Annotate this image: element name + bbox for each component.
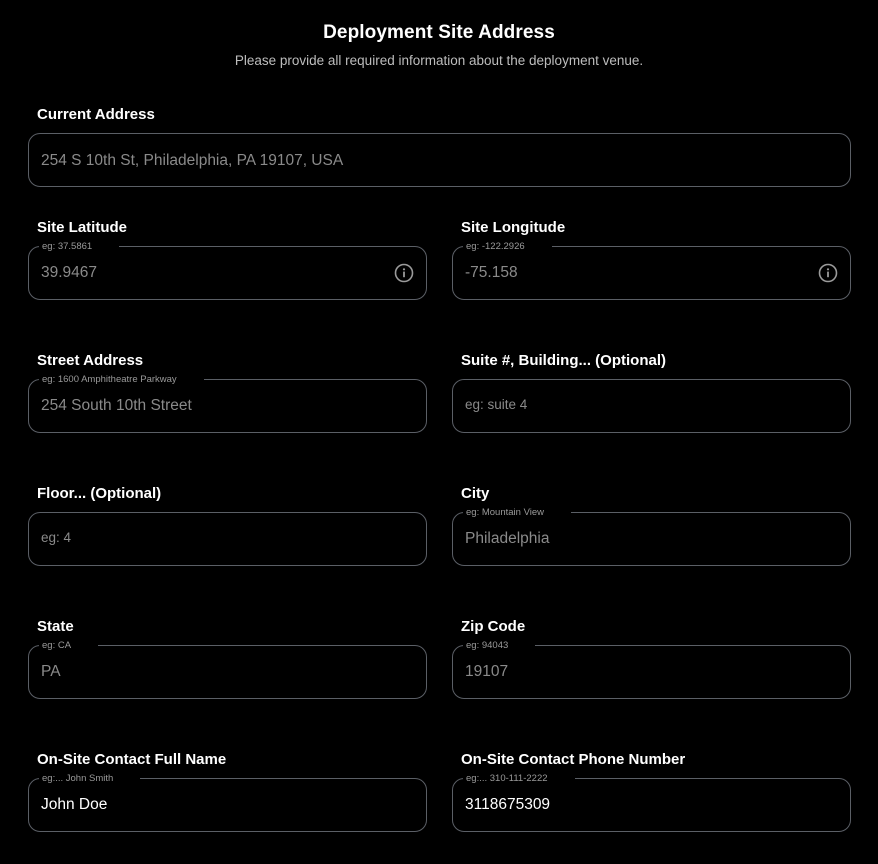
- site-latitude-input[interactable]: eg: 37.5861 39.9467: [28, 241, 427, 300]
- contact-name-value: John Doe: [41, 796, 108, 813]
- info-icon[interactable]: [818, 263, 838, 283]
- site-latitude-label: Site Latitude: [37, 219, 128, 236]
- site-longitude-label: Site Longitude: [461, 219, 566, 236]
- street-address-value: 254 South 10th Street: [41, 397, 192, 414]
- state-hint: eg: CA: [39, 640, 99, 651]
- floor-label: Floor... (Optional): [37, 485, 162, 502]
- zip-code-value: 19107: [465, 663, 509, 680]
- street-address-label: Street Address: [37, 352, 144, 369]
- site-latitude-value: 39.9467: [41, 264, 98, 281]
- city-label: City: [461, 485, 490, 502]
- state-input[interactable]: eg: CA PA: [28, 640, 427, 699]
- site-latitude-hint: eg: 37.5861: [39, 241, 120, 252]
- state-value: PA: [41, 663, 61, 680]
- street-address-hint: eg: 1600 Amphitheatre Parkway: [39, 374, 204, 385]
- city-input[interactable]: eg: Mountain View Philadelphia: [452, 507, 851, 566]
- site-longitude-value: -75.158: [465, 264, 518, 281]
- page-subtitle: Please provide all required information …: [234, 53, 644, 68]
- zip-code-input[interactable]: eg: 94043 19107: [452, 640, 851, 699]
- contact-phone-hint: eg:... 310-111-2222: [463, 773, 575, 784]
- suite-building-input[interactable]: eg: suite 4: [452, 379, 851, 433]
- city-value: Philadelphia: [465, 530, 550, 547]
- street-address-input[interactable]: eg: 1600 Amphitheatre Parkway 254 South …: [28, 374, 427, 433]
- info-icon[interactable]: [394, 263, 414, 283]
- site-longitude-input[interactable]: eg: -122.2926 -75.158: [452, 241, 851, 300]
- current-address-input[interactable]: 254 S 10th St, Philadelphia, PA 19107, U…: [28, 133, 851, 187]
- contact-name-hint: eg:... John Smith: [39, 773, 141, 784]
- current-address-label: Current Address: [37, 106, 155, 123]
- contact-phone-input[interactable]: eg:... 310-111-2222 3118675309: [452, 773, 851, 832]
- contact-phone-label: On-Site Contact Phone Number: [461, 751, 686, 768]
- state-label: State: [37, 618, 74, 635]
- deployment-site-form: Deployment Site Address Please provide a…: [0, 0, 878, 864]
- contact-name-input[interactable]: eg:... John Smith John Doe: [28, 773, 427, 832]
- city-hint: eg: Mountain View: [463, 507, 571, 518]
- zip-code-label: Zip Code: [461, 618, 526, 635]
- page-title: Deployment Site Address: [323, 22, 555, 43]
- suite-building-placeholder: eg: suite 4: [465, 397, 528, 412]
- current-address-value: 254 S 10th St, Philadelphia, PA 19107, U…: [41, 152, 344, 169]
- site-longitude-hint: eg: -122.2926: [463, 241, 552, 252]
- floor-input[interactable]: eg: 4: [28, 512, 427, 566]
- contact-phone-value: 3118675309: [465, 796, 551, 813]
- floor-placeholder: eg: 4: [41, 530, 72, 545]
- zip-code-hint: eg: 94043: [463, 640, 536, 651]
- contact-name-label: On-Site Contact Full Name: [37, 751, 227, 768]
- suite-building-label: Suite #, Building... (Optional): [461, 352, 666, 369]
